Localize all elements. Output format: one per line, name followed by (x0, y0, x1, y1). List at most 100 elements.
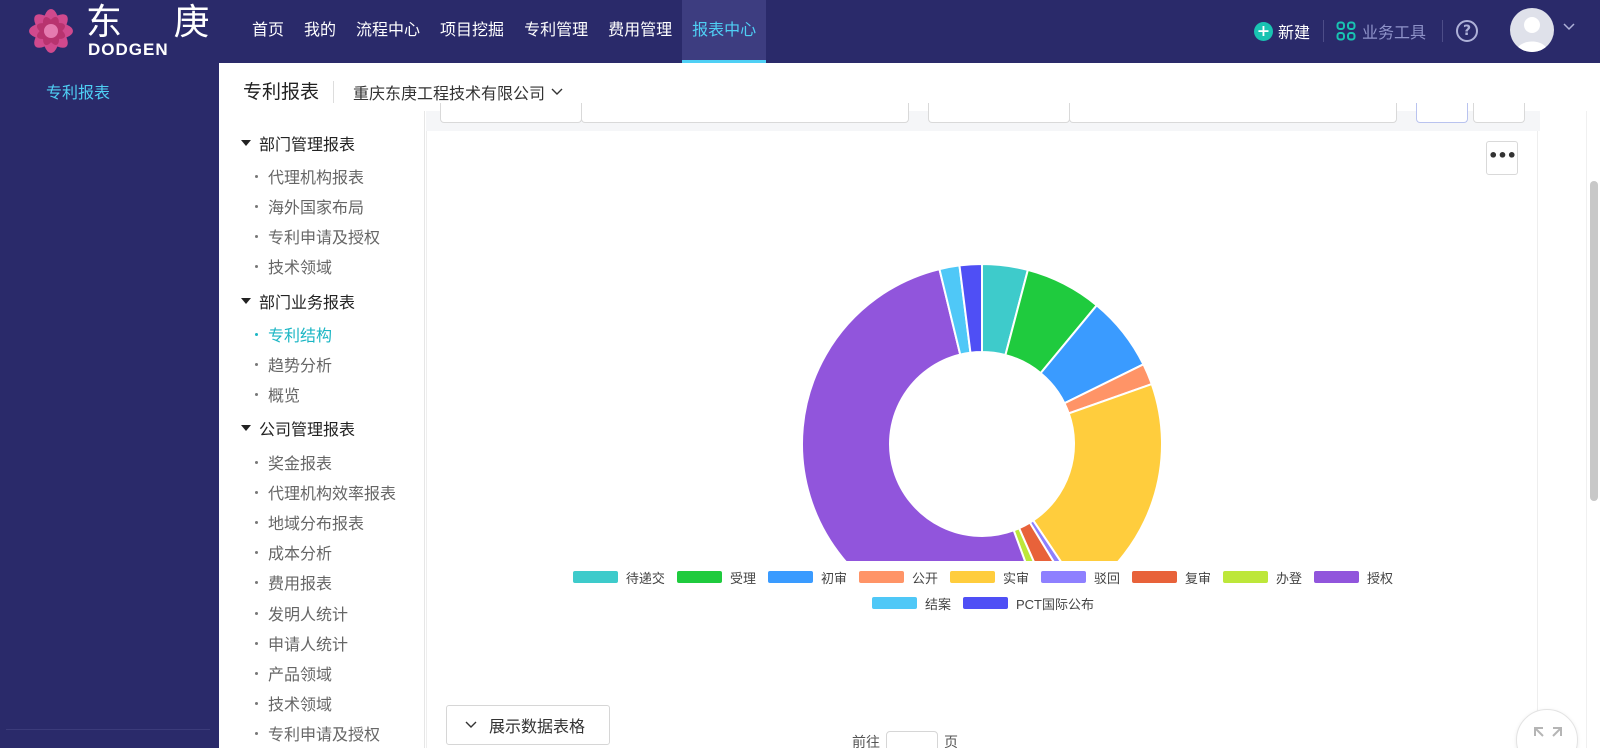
caret-down-icon (241, 298, 251, 304)
tree-item-patent-structure[interactable]: 专利结构 (255, 322, 332, 346)
tree-item-cost-analysis[interactable]: 成本分析 (255, 540, 332, 564)
legend-label: 办登 (1276, 570, 1303, 586)
legend-label: 初审 (820, 570, 847, 586)
bullet-icon (255, 550, 258, 554)
legend-item[interactable]: 受理 (676, 568, 756, 587)
company-selector[interactable]: 重庆东庚工程技术有限公司 (353, 80, 563, 104)
tree-item-fee-report[interactable]: 费用报表 (255, 570, 332, 594)
tree-item-agency-report[interactable]: 代理机构报表 (255, 164, 364, 188)
bullet-icon (255, 580, 258, 584)
grid-apps-icon (1336, 21, 1356, 41)
tree-group-label: 公司管理报表 (259, 420, 356, 439)
show-data-table-button[interactable]: 展示数据表格 (446, 705, 610, 745)
filter-field-input[interactable] (581, 103, 909, 123)
tree-item-agency-efficiency[interactable]: 代理机构效率报表 (255, 480, 396, 504)
main-content: 专利报表 重庆东庚工程技术有限公司 部门管理报表 代理机构报表 海外国家布局 专… (219, 63, 1600, 748)
legend-swatch (949, 571, 995, 583)
tree-group-label: 部门业务报表 (259, 293, 356, 312)
legend-item[interactable]: 驳回 (1041, 568, 1120, 587)
legend-item[interactable]: 实审 (949, 568, 1029, 587)
tree-item-application-grant-company[interactable]: 专利申请及授权 (255, 721, 380, 745)
chevron-down-icon[interactable] (1562, 22, 1576, 32)
tree-item-tech-field[interactable]: 技术领域 (255, 254, 332, 278)
tree-item-label: 专利结构 (268, 326, 333, 345)
tree-group-dept-business[interactable]: 部门业务报表 (241, 289, 355, 313)
legend-item[interactable]: 结案 (871, 594, 951, 613)
nav-report-center[interactable]: 报表中心 (682, 0, 767, 63)
legend-swatch (963, 597, 1008, 609)
search-button[interactable] (1416, 103, 1468, 123)
top-navbar: 东 庚 DODGEN 首页 我的 流程中心 项目挖掘 专利管理 费用管理 报表中… (0, 0, 1600, 63)
more-options-button[interactable]: ••• (1486, 141, 1518, 175)
toolbar-divider (1442, 20, 1443, 42)
legend-label: 受理 (729, 570, 756, 586)
brand-logo[interactable]: 东 庚 DODGEN (22, 2, 209, 60)
legend-row: 结案 PCT国际公布 (427, 590, 1539, 616)
bullet-icon (255, 174, 258, 178)
filter-field-select[interactable] (928, 103, 1070, 123)
tree-item-bonus-report[interactable]: 奖金报表 (255, 450, 332, 474)
legend-item[interactable]: 复审 (1132, 568, 1211, 587)
scrollbar-thumb[interactable] (1590, 181, 1598, 501)
legend-item[interactable]: 办登 (1223, 568, 1302, 587)
vertical-scrollbar[interactable] (1586, 111, 1600, 748)
chevron-down-icon (551, 88, 563, 95)
legend-item[interactable]: 初审 (767, 568, 847, 587)
business-tools-label: 业务工具 (1362, 23, 1427, 42)
user-silhouette-icon (1516, 17, 1548, 52)
tree-item-product-field[interactable]: 产品领域 (255, 661, 332, 685)
tree-item-trend-analysis[interactable]: 趋势分析 (255, 352, 332, 376)
fullscreen-button[interactable] (1516, 709, 1578, 748)
legend-item[interactable]: PCT国际公布 (963, 594, 1094, 613)
tree-item-overseas-layout[interactable]: 海外国家布局 (255, 194, 364, 218)
user-avatar[interactable] (1510, 8, 1554, 52)
business-tools-button[interactable]: 业务工具 (1336, 18, 1426, 44)
chart-panel: ••• 待递交 受理 初审 公开 实审 驳回 复审 办登 授权结案 PCT国际公布 展示数据表格 (426, 131, 1538, 748)
tree-item-label: 技术领域 (268, 695, 333, 714)
legend-swatch (1132, 571, 1178, 583)
tree-item-region-distribution[interactable]: 地域分布报表 (255, 510, 364, 534)
filter-field-input[interactable] (1069, 103, 1397, 123)
dodgen-flower-logo-icon (29, 9, 73, 53)
legend-swatch (767, 571, 813, 583)
bullet-icon (255, 264, 258, 268)
page-number-input[interactable] (886, 731, 938, 748)
legend-item[interactable]: 待递交 (572, 568, 665, 587)
legend-swatch (1223, 571, 1269, 583)
filter-field-select[interactable] (440, 103, 582, 123)
tree-item-overview[interactable]: 概览 (255, 382, 300, 406)
help-icon[interactable]: ? (1456, 20, 1478, 42)
legend-item[interactable]: 公开 (858, 568, 938, 587)
chart-legend: 待递交 受理 初审 公开 实审 驳回 复审 办登 授权结案 PCT国际公布 (427, 564, 1539, 616)
tree-item-label: 地域分布报表 (268, 514, 365, 533)
legend-item[interactable]: 授权 (1314, 568, 1393, 587)
tree-item-label: 产品领域 (268, 665, 333, 684)
tree-group-company-management[interactable]: 公司管理报表 (241, 416, 355, 440)
tree-group-dept-management[interactable]: 部门管理报表 (241, 131, 355, 155)
tree-item-applicant-stats[interactable]: 申请人统计 (255, 631, 348, 655)
bullet-icon (255, 671, 258, 675)
donut-slice-5[interactable] (1031, 382, 1163, 561)
nav-fee-management[interactable]: 费用管理 (598, 0, 682, 63)
pagination-jumper: 前往 页 (852, 731, 958, 748)
tree-item-label: 代理机构效率报表 (268, 484, 397, 503)
nav-project-mining[interactable]: 项目挖掘 (430, 0, 514, 63)
tree-item-tech-field-company[interactable]: 技术领域 (255, 691, 332, 715)
brand-name-cn: 东 庚 (86, 2, 230, 43)
legend-label: 驳回 (1094, 570, 1121, 586)
legend-row: 待递交 受理 初审 公开 实审 驳回 复审 办登 授权 (427, 564, 1539, 590)
nav-workflow-center[interactable]: 流程中心 (346, 0, 430, 63)
nav-mine[interactable]: 我的 (294, 0, 346, 63)
tree-item-label: 技术领域 (268, 258, 333, 277)
bullet-icon (255, 641, 258, 645)
nav-patent-management[interactable]: 专利管理 (514, 0, 598, 63)
nav-home[interactable]: 首页 (242, 0, 294, 63)
chevron-down-icon (465, 721, 477, 728)
tree-item-application-grant[interactable]: 专利申请及授权 (255, 224, 380, 248)
tree-item-label: 专利申请及授权 (268, 725, 381, 744)
new-button[interactable]: + 新建 (1254, 18, 1310, 44)
tree-item-inventor-stats[interactable]: 发明人统计 (255, 601, 348, 625)
reset-button[interactable] (1473, 103, 1525, 123)
bullet-icon (255, 362, 258, 366)
sidebar-item-patent-report[interactable]: 专利报表 (46, 79, 110, 103)
